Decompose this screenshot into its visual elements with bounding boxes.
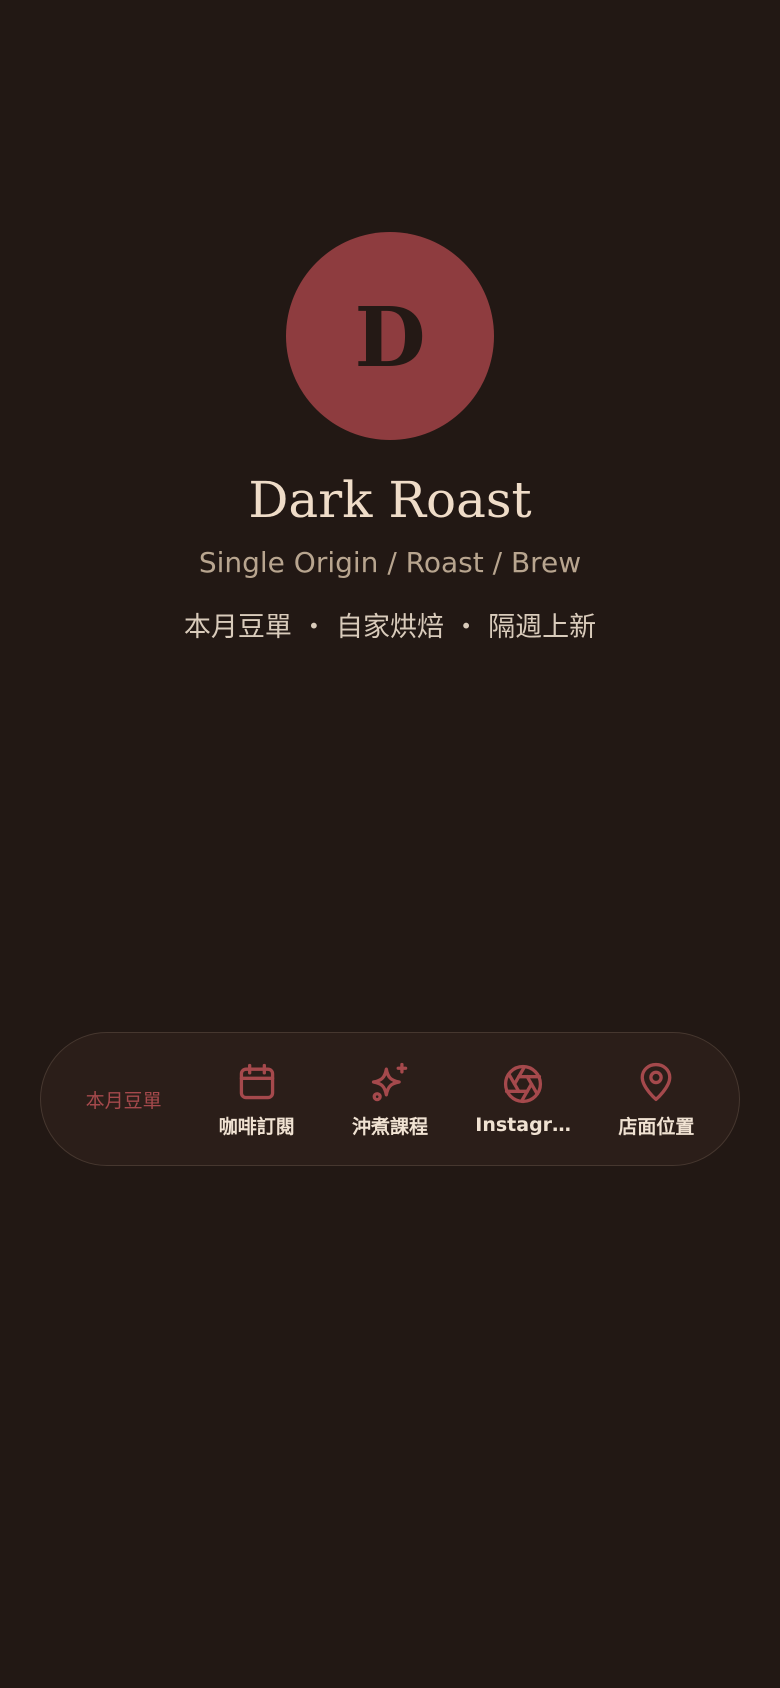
avatar-letter: D [354,290,426,386]
brand-name: Dark Roast [248,471,532,529]
tagline: Single Origin / Roast / Brew [198,546,582,579]
nav-item-label: Instagr… [475,1114,572,1136]
calendar-icon [235,1060,279,1104]
nav-item-label: 本月豆單 [85,1089,162,1112]
nav-item-store-location[interactable]: 店面位置 [594,1044,718,1154]
camera-aperture-icon [501,1062,545,1106]
nav-item-monthly-beans[interactable]: 本月豆單 [62,1044,186,1154]
avatar: D [286,232,494,440]
nav-item-brewing-course[interactable]: 沖煮課程 [328,1044,452,1154]
map-pin-icon [634,1060,678,1104]
feature-list: 本月豆單 ・ 自家烘焙 ・ 隔週上新 [183,612,597,643]
bottom-nav-bar: 本月豆單 咖啡訂閱 沖煮課程 Instagr… 店面位置 [40,1032,740,1166]
sparkle-icon [368,1060,412,1104]
nav-item-label: 店面位置 [618,1115,695,1138]
nav-item-label: 沖煮課程 [351,1115,428,1138]
nav-item-instagram[interactable]: Instagr… [461,1044,585,1154]
nav-item-label: 咖啡訂閱 [218,1115,295,1138]
nav-item-subscription[interactable]: 咖啡訂閱 [195,1044,319,1154]
